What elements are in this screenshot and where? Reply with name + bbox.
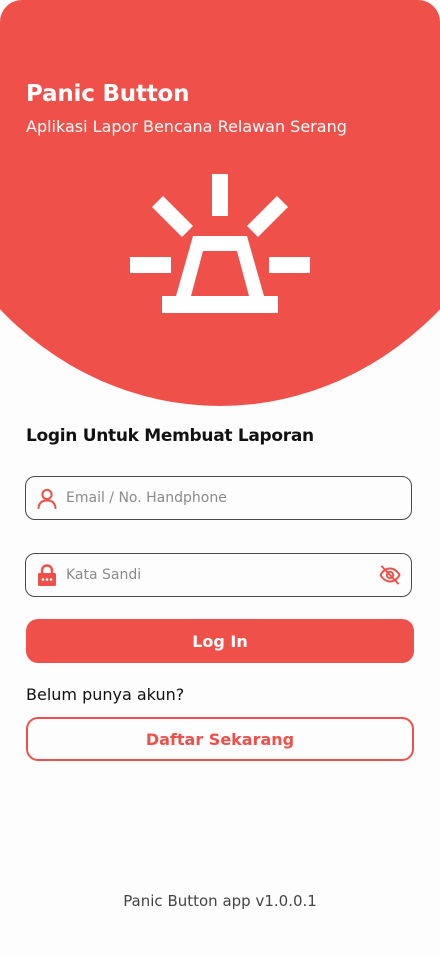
email-input[interactable] [66, 477, 366, 519]
app-title: Panic Button [26, 81, 190, 107]
app-subtitle: Aplikasi Lapor Bencana Relawan Serang [26, 117, 347, 136]
password-field[interactable] [25, 553, 412, 597]
eye-off-icon[interactable] [379, 565, 401, 585]
user-icon [37, 488, 57, 509]
lock-icon [38, 564, 56, 586]
no-account-text: Belum punya akun? [26, 685, 185, 704]
siren-icon [130, 174, 310, 313]
register-button[interactable]: Daftar Sekarang [26, 717, 414, 761]
login-heading: Login Untuk Membuat Laporan [26, 426, 314, 446]
app-version: Panic Button app v1.0.0.1 [123, 892, 317, 910]
login-button[interactable]: Log In [26, 619, 414, 663]
email-field[interactable] [25, 476, 412, 520]
password-input[interactable] [66, 554, 366, 596]
header: Panic Button Aplikasi Lapor Bencana Rela… [0, 0, 440, 406]
